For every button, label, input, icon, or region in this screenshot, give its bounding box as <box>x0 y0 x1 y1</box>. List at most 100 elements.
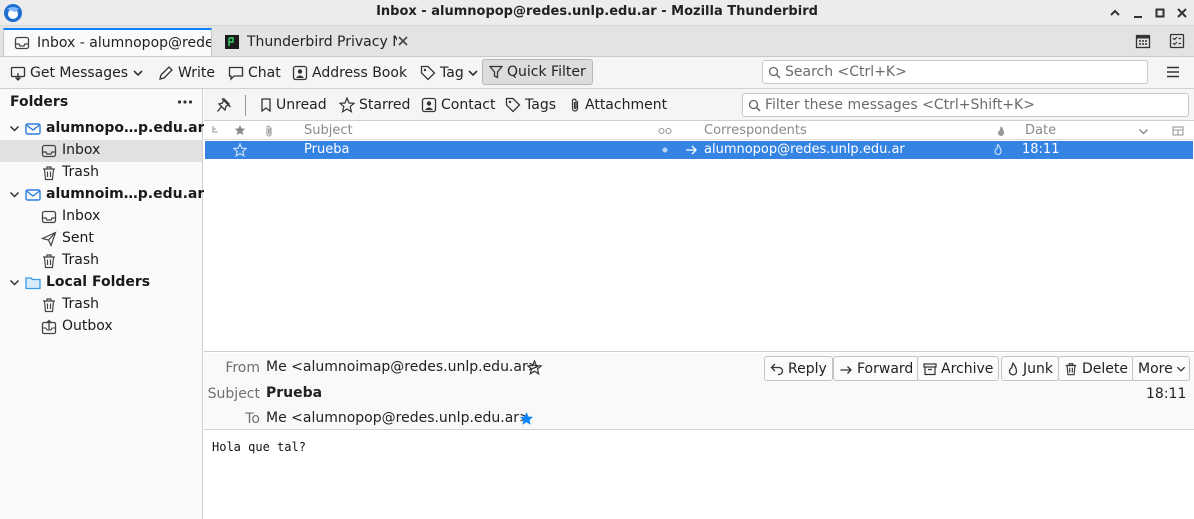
tag-button[interactable]: Tag <box>420 60 479 85</box>
inbox-icon <box>41 143 57 159</box>
folder-local-folders[interactable]: Local Folders <box>0 272 202 294</box>
star-column-icon[interactable] <box>234 124 246 136</box>
paperclip-icon <box>569 97 581 113</box>
archive-box-icon <box>923 362 937 376</box>
folder-outbox[interactable]: Outbox <box>0 316 202 338</box>
folder-inbox[interactable]: Inbox <box>0 206 202 228</box>
chat-button[interactable]: Chat <box>228 60 281 85</box>
message-time: 18:11 <box>1146 386 1187 402</box>
folder-trash[interactable]: Trash <box>0 250 202 272</box>
folders-header: Folders <box>0 89 203 115</box>
folder-label: Sent <box>62 230 94 246</box>
thread-list-empty-area <box>204 159 1194 352</box>
filter-messages-input[interactable]: Filter these messages <Ctrl+Shift+K> <box>742 93 1189 117</box>
thread-column-icon[interactable] <box>211 125 221 137</box>
folder-label: Trash <box>62 252 99 268</box>
message-row[interactable]: Prueba alumnopop@redes.unlp.edu.ar 18:11 <box>205 141 1193 159</box>
junk-label: Junk <box>1023 360 1053 377</box>
close-button[interactable] <box>1173 4 1191 22</box>
reply-label: Reply <box>788 360 827 377</box>
folder-label: Trash <box>62 164 99 180</box>
send-icon <box>41 231 57 247</box>
tags-label: Tags <box>525 97 556 113</box>
attachment-column-icon[interactable] <box>264 124 274 138</box>
message-subject: Prueba <box>304 142 350 157</box>
filter-unread-button[interactable]: Unread <box>260 93 327 117</box>
folder-icon <box>25 275 41 291</box>
filter-icon <box>489 65 503 79</box>
folder-label: Local Folders <box>46 274 151 290</box>
read-status-dot-icon[interactable] <box>662 147 668 153</box>
address-book-button[interactable]: Address Book <box>292 60 407 85</box>
calendar-icon[interactable] <box>1135 33 1151 49</box>
to-label: To <box>245 411 260 427</box>
forward-arrow-icon <box>839 362 853 376</box>
trash-icon <box>1064 362 1078 376</box>
quick-filter-button[interactable]: Quick Filter <box>482 59 593 85</box>
folder-trash[interactable]: Trash <box>0 294 202 316</box>
filter-tags-button[interactable]: Tags <box>505 93 556 117</box>
chat-label: Chat <box>248 64 281 81</box>
get-messages-dropdown-icon[interactable] <box>132 67 144 79</box>
search-placeholder: Search <Ctrl+K> <box>785 64 907 80</box>
to-value[interactable]: Me <alumnopop@redes.unlp.edu.ar> <box>266 410 531 426</box>
global-search-input[interactable]: Search <Ctrl+K> <box>762 60 1148 84</box>
folder-pane-menu-icon[interactable] <box>177 95 193 109</box>
filter-contact-button[interactable]: Contact <box>421 93 495 117</box>
folder-trash[interactable]: Trash <box>0 162 202 184</box>
title-bar: Inbox - alumnopop@redes.unlp.edu.ar - Mo… <box>0 0 1194 26</box>
sort-chevron-down-icon[interactable] <box>1138 126 1149 137</box>
app-menu-icon[interactable] <box>1166 65 1180 79</box>
unread-column-icon[interactable] <box>658 126 672 136</box>
folder-pane: Folders alumnopo…p.edu.ar Inbox Trash al… <box>0 89 205 519</box>
inbox-icon <box>14 35 30 51</box>
correspondents-column-header[interactable]: Correspondents <box>704 123 807 138</box>
unread-label: Unread <box>276 97 327 113</box>
chevron-down-icon[interactable] <box>9 123 20 134</box>
subject-column-header[interactable]: Subject <box>304 123 353 138</box>
star-outline-icon[interactable] <box>527 360 542 375</box>
folder-sent[interactable]: Sent <box>0 228 202 250</box>
folder-account-alumnopop[interactable]: alumnopo…p.edu.ar <box>0 118 205 140</box>
chevron-down-icon[interactable] <box>9 277 20 288</box>
archive-button[interactable]: Archive <box>917 356 1000 381</box>
sticky-pin-icon[interactable] <box>216 97 232 113</box>
maximize-button[interactable] <box>1151 4 1169 22</box>
junk-button[interactable]: Junk <box>1001 356 1059 381</box>
tab-inbox[interactable]: Inbox - alumnopop@rede <box>3 28 212 56</box>
minimize-button[interactable] <box>1129 4 1147 22</box>
star-filled-icon[interactable] <box>519 411 534 426</box>
star-icon[interactable] <box>233 143 247 157</box>
address-book-icon <box>292 65 308 81</box>
filter-starred-button[interactable]: Starred <box>339 93 410 117</box>
delete-button[interactable]: Delete <box>1058 356 1134 381</box>
minimize-up-icon[interactable] <box>1106 4 1124 22</box>
main-toolbar: Get Messages Write Chat Address Book Tag <box>0 57 1194 89</box>
chevron-down-icon[interactable] <box>9 189 20 200</box>
close-tab-icon[interactable] <box>397 35 409 47</box>
trash-icon <box>41 253 57 269</box>
junk-flame-icon[interactable] <box>993 143 1003 156</box>
junk-column-icon[interactable] <box>996 125 1006 137</box>
get-messages-button[interactable]: Get Messages <box>10 60 128 85</box>
filter-attachment-button[interactable]: Attachment <box>569 93 667 117</box>
from-value[interactable]: Me <alumnoimap@redes.unlp.edu.ar> <box>266 359 539 375</box>
date-column-header[interactable]: Date <box>1025 123 1056 138</box>
reply-button[interactable]: Reply <box>764 356 833 381</box>
reply-arrow-icon <box>770 362 784 376</box>
chevron-down-icon <box>1176 364 1186 374</box>
quick-filter-bar: Unread Starred Contact Tags Attachment F… <box>204 89 1194 121</box>
tasks-icon[interactable] <box>1169 33 1185 49</box>
tab-privacy[interactable]: Thunderbird Privacy N <box>214 28 421 56</box>
tag-icon <box>420 65 436 81</box>
more-button[interactable]: More <box>1132 356 1190 381</box>
trash-icon <box>41 165 57 181</box>
column-picker-icon[interactable] <box>1172 125 1184 137</box>
forward-label: Forward <box>857 360 914 377</box>
write-button[interactable]: Write <box>158 60 215 85</box>
folder-label: Outbox <box>62 318 113 334</box>
address-book-label: Address Book <box>312 64 408 81</box>
folder-account-alumnoimap[interactable]: alumnoim…p.edu.ar <box>0 184 204 206</box>
folder-inbox[interactable]: Inbox <box>0 140 202 162</box>
forward-button[interactable]: Forward <box>833 356 920 381</box>
